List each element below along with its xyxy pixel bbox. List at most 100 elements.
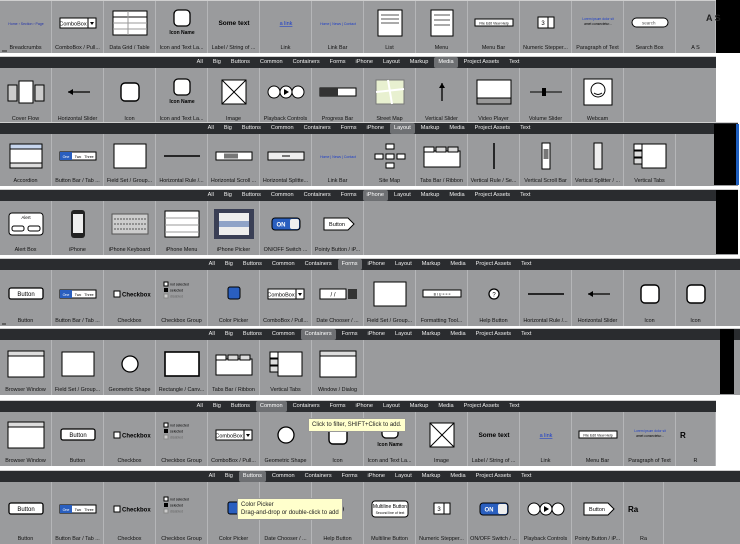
tab-containers[interactable]: Containers [300, 329, 336, 340]
tab-buttons[interactable]: Buttons [238, 123, 265, 134]
component-icon-and-text-la[interactable]: Icon Name Icon and Text La... [156, 68, 208, 124]
tab-layout[interactable]: Layout [379, 401, 404, 412]
component-playback-controls[interactable]: Playback Controls [520, 482, 572, 544]
component-iphone-picker[interactable]: iPhone Picker [208, 201, 260, 255]
tab-common[interactable]: Common [268, 471, 299, 482]
tab-project-assets[interactable]: Project Assets [472, 471, 515, 482]
component-vertical-splitter[interactable]: Vertical Splitter / ... [572, 134, 624, 186]
component-numeric-stepper[interactable]: 3 Numeric Stepper... [520, 1, 572, 53]
tab-layout[interactable]: Layout [391, 329, 416, 340]
tab-all[interactable]: All [193, 57, 207, 68]
tab-forms[interactable]: Forms [337, 259, 362, 270]
component-button[interactable]: Button Button [0, 270, 52, 326]
tab-iphone[interactable]: iPhone [364, 329, 389, 340]
component-horizontal-scroll[interactable]: Horizontal Scroll ... [208, 134, 260, 186]
tab-text[interactable]: Text [505, 401, 523, 412]
tab-forms[interactable]: Forms [326, 401, 350, 412]
component-ra[interactable]: Ra Ra [624, 482, 664, 544]
tab-text[interactable]: Text [517, 471, 535, 482]
component-progress-bar[interactable]: Progress Bar [312, 68, 364, 124]
component-pointy-button-ip[interactable]: Button Pointy Button / iP... [572, 482, 624, 544]
component-checkbox[interactable]: Checkbox Checkbox [104, 412, 156, 466]
component-video-player[interactable]: Video Player [468, 68, 520, 124]
component-link[interactable]: a link Link [520, 412, 572, 466]
component-rectangle-canv[interactable]: Rectangle / Canv... [156, 340, 208, 395]
tab-project-assets[interactable]: Project Assets [460, 57, 503, 68]
component-webcam[interactable]: Webcam [572, 68, 624, 124]
component-horizontal-splitte[interactable]: Horizontal Splitte... [260, 134, 312, 186]
component-horizontal-slider[interactable]: Horizontal Slider [52, 68, 104, 124]
tab-big[interactable]: Big [220, 123, 236, 134]
tab-iphone[interactable]: iPhone [352, 401, 377, 412]
tab-layout[interactable]: Layout [379, 57, 404, 68]
component-cover-flow[interactable]: Cover Flow [0, 68, 52, 124]
tab-media[interactable]: Media [434, 57, 458, 68]
tab-media[interactable]: Media [446, 329, 469, 340]
component-combobox-pull[interactable]: ComboBox ComboBox / Pull... [260, 270, 312, 326]
tab-containers[interactable]: Containers [289, 401, 324, 412]
tab-iphone[interactable]: iPhone [364, 471, 389, 482]
component-data-grid-table[interactable]: Data Grid / Table [104, 1, 156, 53]
component-link[interactable]: a link Link [260, 1, 312, 53]
component-browser-window[interactable]: Browser Window [0, 340, 52, 395]
component-accordion[interactable]: Accordion [0, 134, 52, 186]
tab-media[interactable]: Media [446, 471, 469, 482]
tab-project-assets[interactable]: Project Assets [471, 123, 514, 134]
component-browser-window[interactable]: Browser Window [0, 412, 52, 466]
component-button[interactable]: Button Button [52, 412, 104, 466]
component-label-string-of[interactable]: Some text Label / String of ... [468, 412, 520, 466]
tab-markup[interactable]: Markup [417, 123, 444, 134]
tab-big[interactable]: Big [209, 401, 225, 412]
tab-buttons[interactable]: Buttons [227, 401, 254, 412]
tab-containers[interactable]: Containers [301, 259, 336, 270]
tab-media[interactable]: Media [434, 401, 457, 412]
tab-text[interactable]: Text [505, 57, 523, 68]
component-horizontal-rule[interactable]: Horizontal Rule /... [520, 270, 572, 326]
component-vertical-tabs[interactable]: Vertical Tabs [260, 340, 312, 395]
component-tabs-bar-ribbon[interactable]: Tabs Bar / Ribbon [208, 340, 260, 395]
component-site-map[interactable]: Site Map [364, 134, 416, 186]
tab-forms[interactable]: Forms [326, 57, 350, 68]
tab-media[interactable]: Media [445, 123, 468, 134]
component-date-chooser[interactable]: / / Date Chooser / ... [312, 270, 364, 326]
tab-layout[interactable]: Layout [390, 190, 415, 201]
component-checkbox[interactable]: Checkbox Checkbox [104, 482, 156, 544]
component-vertical-scroll-bar[interactable]: Vertical Scroll Bar [520, 134, 572, 186]
tab-markup[interactable]: Markup [406, 401, 433, 412]
tab-project-assets[interactable]: Project Assets [460, 401, 503, 412]
component-link-bar[interactable]: Home | News | Contact Link Bar [312, 1, 364, 53]
component-color-picker[interactable]: Color Picker [208, 270, 260, 326]
tab-containers[interactable]: Containers [289, 57, 324, 68]
component-menu[interactable]: Menu [416, 1, 468, 53]
tab-layout[interactable]: Layout [391, 471, 416, 482]
component-tabs-bar-ribbon[interactable]: Tabs Bar / Ribbon [416, 134, 468, 186]
tab-containers[interactable]: Containers [300, 190, 335, 201]
component-button-bar-tab[interactable]: One Two Three Button Bar / Tab ... [52, 482, 104, 544]
component-window-dialog[interactable]: Window / Dialog [312, 340, 364, 395]
component-a-s[interactable]: A S [676, 1, 716, 53]
tab-buttons[interactable]: Buttons [238, 471, 266, 482]
component-on-off-switch[interactable]: ON ON/OFF Switch ... [260, 201, 312, 255]
component-help-button[interactable]: ? Help Button [468, 270, 520, 326]
tab-markup[interactable]: Markup [417, 190, 444, 201]
tab-buttons[interactable]: Buttons [238, 190, 265, 201]
component-numeric-stepper[interactable]: 3 Numeric Stepper... [416, 482, 468, 544]
tab-project-assets[interactable]: Project Assets [472, 329, 515, 340]
tab-project-assets[interactable]: Project Assets [472, 259, 515, 270]
component-paragraph-of-text[interactable]: Lorem ipsum dolor sit amet consectetur...… [572, 1, 624, 53]
tab-common[interactable]: Common [256, 57, 287, 68]
tab-all[interactable]: All [205, 329, 219, 340]
component-field-set-group[interactable]: Field Set / Group... [104, 134, 156, 186]
tab-text[interactable]: Text [516, 190, 534, 201]
tab-forms[interactable]: Forms [337, 190, 361, 201]
component-search-box[interactable]: search Search Box [624, 1, 676, 53]
tab-markup[interactable]: Markup [418, 329, 445, 340]
tab-markup[interactable]: Markup [406, 57, 433, 68]
component-horizontal-rule[interactable]: Horizontal Rule /... [156, 134, 208, 186]
component-menu-bar[interactable]: File Edit View Help Menu Bar [468, 1, 520, 53]
tab-big[interactable]: Big [209, 57, 225, 68]
component-list[interactable]: List [364, 1, 416, 53]
tab-big[interactable]: Big [220, 190, 236, 201]
component-pointy-button-ip[interactable]: Button Pointy Button / iP... [312, 201, 364, 255]
component-multiline-button[interactable]: Multiline Button Second line of text Multi… [364, 482, 416, 544]
